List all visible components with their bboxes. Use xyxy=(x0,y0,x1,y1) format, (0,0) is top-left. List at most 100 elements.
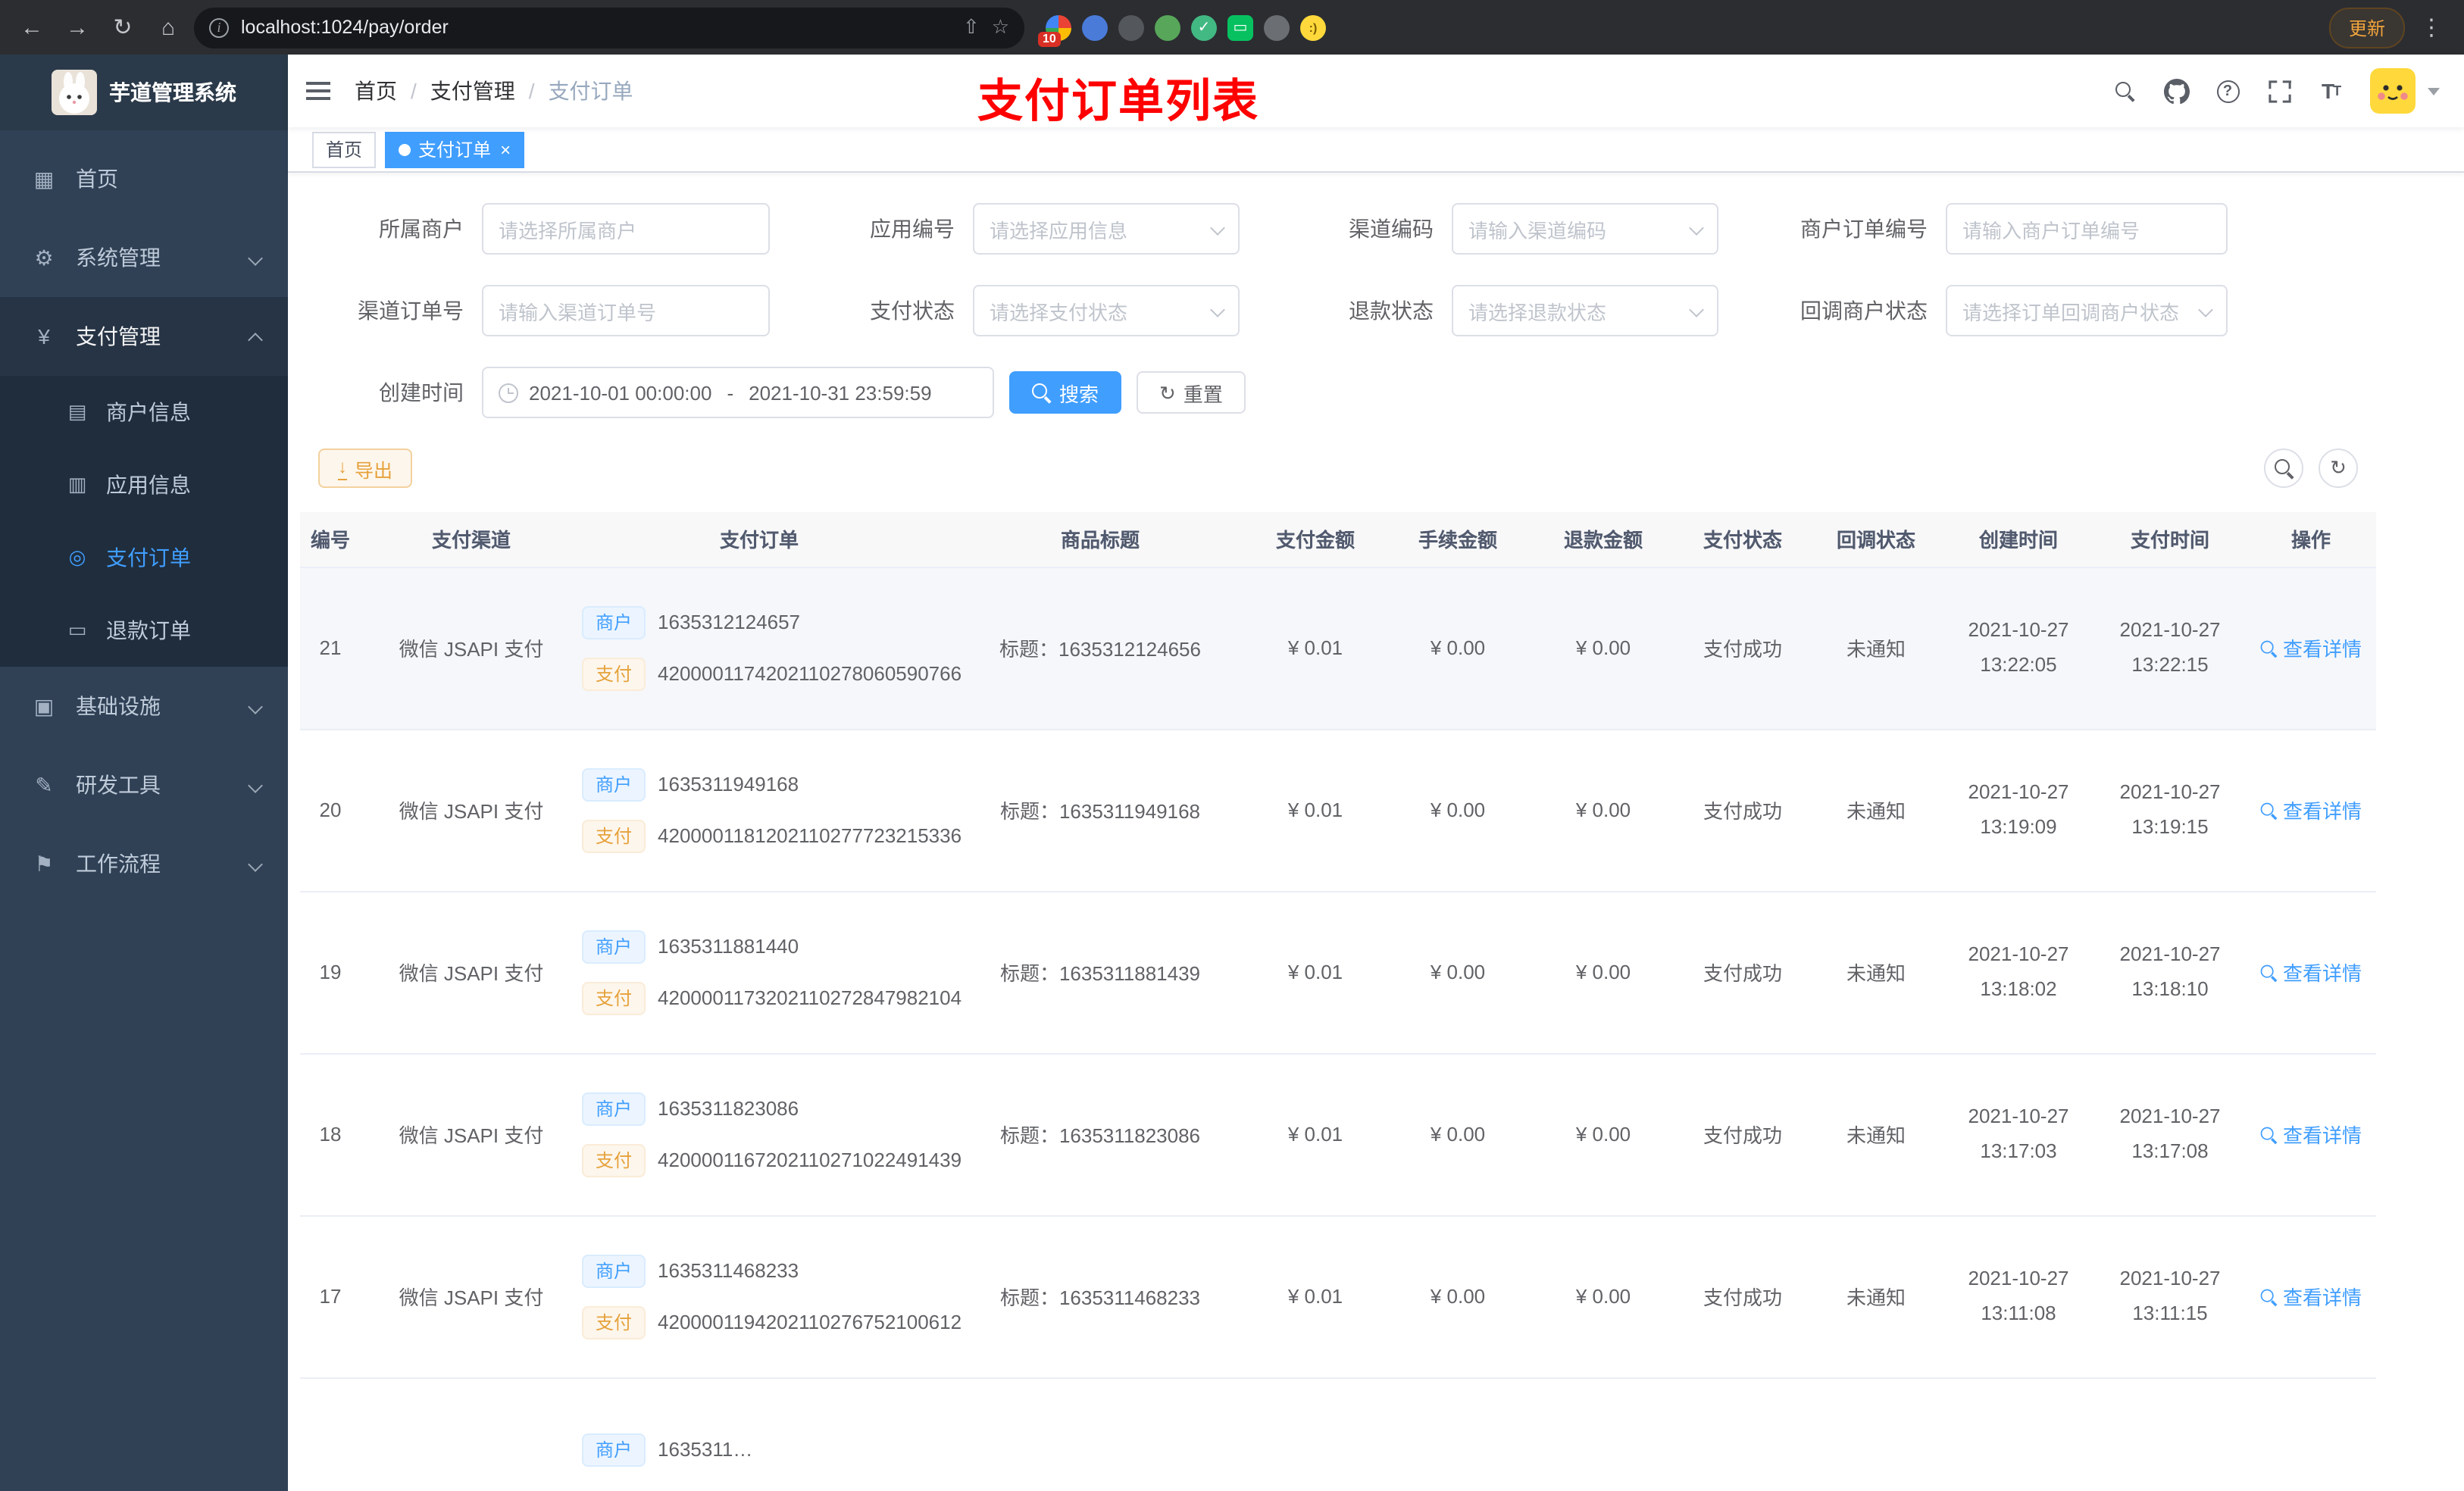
refund-status-select[interactable]: 请选择退款状态 xyxy=(1452,285,1718,336)
sidebar-menu: ▦ 首页 ⚙ 系统管理 ¥ 支付管理 ▤ 商户信息 ▥ 应用信息 ◎ 支付订单 … xyxy=(0,130,288,903)
close-icon[interactable]: × xyxy=(500,140,511,158)
tab-home[interactable]: 首页 xyxy=(312,131,377,167)
sidebar-item-workflow[interactable]: ⚑ 工作流程 xyxy=(0,824,288,903)
devtools-icon: ✎ xyxy=(35,772,53,796)
cell-action: 查看详情 xyxy=(2246,729,2376,892)
app-select[interactable]: 请选择应用信息 xyxy=(973,203,1240,255)
channel-order-no-input[interactable]: 请输入渠道订单号 xyxy=(482,285,770,336)
view-detail-link[interactable]: 查看详情 xyxy=(2260,796,2362,824)
bookmark-star-icon[interactable]: ☆ xyxy=(992,15,1009,39)
notify-status-select[interactable]: 请选择订单回调商户状态 xyxy=(1946,285,2228,336)
merchant-order-no-input[interactable]: 请输入商户订单编号 xyxy=(1946,203,2228,255)
reload-icon[interactable]: ↻ xyxy=(103,8,142,47)
channel-code-select[interactable]: 请输入渠道编码 xyxy=(1452,203,1718,255)
sidebar-item-payment[interactable]: ¥ 支付管理 xyxy=(0,297,288,376)
select-caret-icon xyxy=(2198,302,2213,317)
cell-id: 21 xyxy=(300,567,379,730)
user-avatar[interactable] xyxy=(2370,68,2416,114)
breadcrumb-payment[interactable]: 支付管理 xyxy=(430,76,515,106)
export-button[interactable]: ↓ 导出 xyxy=(318,449,413,488)
cell-pay-order: 商户 1635311881440 支付 42000011732021102728… xyxy=(564,891,962,1054)
sidebar-toggle-icon[interactable] xyxy=(288,55,349,127)
cell-channel: 微信 JSAPI 支付 xyxy=(379,1053,564,1216)
merchant-order-no: 1635311881440 xyxy=(658,935,799,958)
user-menu-caret-icon[interactable] xyxy=(2428,87,2440,95)
pay-tag: 支付 xyxy=(582,981,646,1014)
address-bar[interactable]: i localhost:1024/pay/order ⇧ ☆ xyxy=(194,7,1024,48)
back-icon[interactable]: ← xyxy=(12,8,52,47)
ext-icon-1[interactable]: 10 xyxy=(1038,14,1071,46)
ext-icon-vue[interactable]: ✓ xyxy=(1191,14,1217,40)
cell-action: 查看详情 xyxy=(2246,567,2376,730)
refresh-table-button[interactable]: ↻ xyxy=(2319,449,2358,488)
order-icon: ◎ xyxy=(68,545,86,568)
extensions-puzzle-icon[interactable] xyxy=(1264,14,1290,40)
gear-icon: ⚙ xyxy=(34,245,54,269)
cell-pay-order: 商户 1635311949168 支付 42000011812021102777… xyxy=(564,729,962,892)
toggle-search-button[interactable] xyxy=(2264,449,2303,488)
merchant-order-no: 1635312124657 xyxy=(658,611,801,633)
cell-refund: ¥ 0.00 xyxy=(1531,891,1676,1054)
search-icon[interactable] xyxy=(2103,70,2146,112)
tab-pay-order[interactable]: 支付订单 × xyxy=(385,131,525,167)
ext-icon-avatar[interactable]: :) xyxy=(1300,14,1326,40)
payment-submenu: ▤ 商户信息 ▥ 应用信息 ◎ 支付订单 ▭ 退款订单 xyxy=(0,376,288,667)
sidebar-item-infrastructure[interactable]: ▣ 基础设施 xyxy=(0,667,288,746)
ext-icon-4[interactable] xyxy=(1155,14,1180,40)
cell-refund xyxy=(1531,1377,1676,1491)
logo[interactable]: 芋道管理系统 xyxy=(0,55,288,130)
cell-pay-time: 2021-10-27 13:17:08 xyxy=(2094,1053,2246,1216)
font-size-icon[interactable]: TT xyxy=(2309,70,2352,112)
search-button[interactable]: 搜索 xyxy=(1009,371,1122,414)
sidebar-item-home[interactable]: ▦ 首页 xyxy=(0,139,288,218)
home-icon[interactable]: ⌂ xyxy=(149,8,188,47)
url-text[interactable]: localhost:1024/pay/order xyxy=(241,17,951,38)
extensions-bar: 10 ✓ ▭ :) xyxy=(1038,14,1326,46)
sidebar-item-refund-order[interactable]: ▭ 退款订单 xyxy=(0,594,288,667)
fullscreen-icon[interactable] xyxy=(2258,70,2300,112)
sidebar-item-devtools[interactable]: ✎ 研发工具 xyxy=(0,746,288,824)
forward-icon[interactable]: → xyxy=(58,8,97,47)
cell-channel: 微信 JSAPI 支付 xyxy=(379,729,564,892)
share-icon[interactable]: ⇧ xyxy=(963,15,980,39)
ext-icon-chat[interactable]: ▭ xyxy=(1227,14,1253,40)
cell-fee xyxy=(1385,1377,1531,1491)
date-start[interactable]: 2021-10-01 00:00:00 xyxy=(529,381,711,404)
navbar: 首页 / 支付管理 / 支付订单 支付订单列表 ? TT xyxy=(288,55,2464,127)
view-detail-link[interactable]: 查看详情 xyxy=(2260,1282,2362,1311)
view-detail-link[interactable]: 查看详情 xyxy=(2260,1120,2362,1149)
ext-icon-3[interactable] xyxy=(1118,14,1144,40)
sidebar-item-pay-order[interactable]: ◎ 支付订单 xyxy=(0,521,288,594)
merchant-tag: 商户 xyxy=(582,1254,646,1287)
view-detail-link[interactable]: 查看详情 xyxy=(2260,958,2362,986)
merchant-icon: ▤ xyxy=(67,400,87,423)
help-icon[interactable]: ? xyxy=(2206,70,2249,112)
create-time-range-picker[interactable]: 2021-10-01 00:00:00 - 2021-10-31 23:59:5… xyxy=(482,367,994,418)
ext-icon-2[interactable] xyxy=(1082,14,1108,40)
breadcrumb-home[interactable]: 首页 xyxy=(355,76,397,106)
merchant-select[interactable]: 请选择所属商户 xyxy=(482,203,770,255)
sidebar-item-app-info[interactable]: ▥ 应用信息 xyxy=(0,449,288,521)
pay-status-select[interactable]: 请选择支付状态 xyxy=(973,285,1240,336)
select-caret-icon xyxy=(1210,302,1225,317)
browser-update-button[interactable]: 更新 xyxy=(2328,7,2405,48)
sidebar-item-system[interactable]: ⚙ 系统管理 xyxy=(0,218,288,297)
cell-fee: ¥ 0.00 xyxy=(1385,1053,1531,1216)
sidebar-item-merchant-info[interactable]: ▤ 商户信息 xyxy=(0,376,288,449)
github-icon[interactable] xyxy=(2155,70,2197,112)
view-detail-link[interactable]: 查看详情 xyxy=(2260,633,2362,662)
pay-tag: 支付 xyxy=(582,1305,646,1339)
logo-avatar xyxy=(52,70,97,115)
cell-channel: 微信 JSAPI 支付 xyxy=(379,891,564,1054)
chevron-down-icon xyxy=(248,777,263,792)
cell-create-time: 2021-10-27 13:22:05 xyxy=(1943,567,2094,730)
select-caret-icon xyxy=(1210,220,1225,236)
search-icon xyxy=(1032,383,1052,402)
cell-status xyxy=(1676,1377,1809,1491)
site-info-icon[interactable]: i xyxy=(209,17,229,37)
date-end[interactable]: 2021-10-31 23:59:59 xyxy=(749,381,931,404)
cell-id: 20 xyxy=(300,729,379,892)
reset-button[interactable]: ↻ 重置 xyxy=(1137,371,1246,414)
table-row: 商户 1635311… xyxy=(300,1377,2376,1491)
browser-menu-icon[interactable]: ⋮ xyxy=(2411,14,2452,41)
